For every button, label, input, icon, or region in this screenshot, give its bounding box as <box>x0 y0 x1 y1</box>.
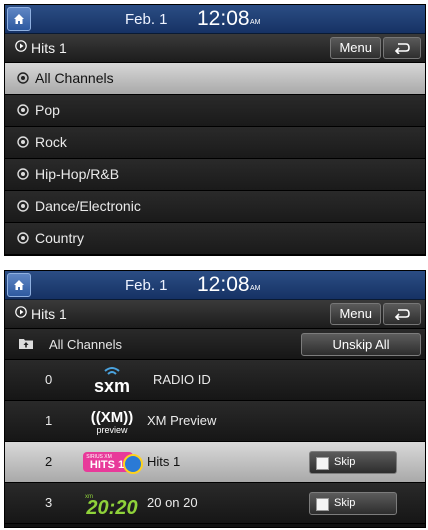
skip-checkbox[interactable] <box>316 457 329 470</box>
channel-name: 20 on 20 <box>147 495 198 510</box>
category-item-rock[interactable]: Rock <box>5 127 425 159</box>
play-icon <box>15 40 27 52</box>
channel-row[interactable]: 3 xm 20:20 20 on 20 Skip <box>5 483 425 524</box>
channel-name: XM Preview <box>147 413 217 428</box>
folder-up-icon[interactable] <box>19 337 33 349</box>
category-icon <box>17 200 29 212</box>
status-bar: Feb. 1 12:08 AM <box>5 5 425 34</box>
category-label: Pop <box>35 102 60 118</box>
category-label: Hip-Hop/R&B <box>35 166 120 182</box>
category-icon <box>17 168 29 180</box>
time-text: 12:08 <box>197 7 250 30</box>
20on20-logo: xm 20:20 <box>77 487 147 519</box>
channel-title: Hits 1 <box>31 306 67 322</box>
skip-label: Skip <box>334 497 356 509</box>
skip-toggle[interactable]: Skip <box>309 492 397 515</box>
screen-channel-categories: Feb. 1 12:08 AM Hits 1 Menu All Channels… <box>4 4 426 256</box>
category-icon <box>17 136 29 148</box>
time-text: 12:08 <box>197 273 250 296</box>
category-item-pop[interactable]: Pop <box>5 95 425 127</box>
menu-button[interactable]: Menu <box>330 37 381 59</box>
ampm-text: AM <box>250 285 261 292</box>
channel-number: 1 <box>45 413 53 428</box>
unskip-all-button[interactable]: Unskip All <box>301 333 421 356</box>
channel-number: 2 <box>45 454 53 469</box>
back-button[interactable] <box>383 303 421 325</box>
skip-label: Skip <box>334 456 356 468</box>
channel-row-selected[interactable]: 2 SIRIUS XM HITS 1 Hits 1 Skip <box>5 442 425 483</box>
title-bar: Hits 1 Menu <box>5 34 425 63</box>
sxm-logo: sxm <box>77 364 147 396</box>
20on20-logo-text: 20:20 <box>85 497 137 519</box>
status-bar: Feb. 1 12:08 AM <box>5 271 425 300</box>
channel-row[interactable]: 1 ((XM)) preview XM Preview <box>5 401 425 442</box>
xm-logo-text: ((XM)) <box>91 409 133 426</box>
back-icon <box>394 309 410 320</box>
home-button[interactable] <box>7 7 31 31</box>
home-button[interactable] <box>7 273 31 297</box>
hits1-logo: SIRIUS XM HITS 1 <box>77 446 147 478</box>
category-item-dance-electronic[interactable]: Dance/Electronic <box>5 191 425 223</box>
channel-number: 3 <box>45 495 53 510</box>
home-icon <box>14 280 24 290</box>
xm-logo-sub: preview <box>96 425 128 435</box>
category-label: Dance/Electronic <box>35 198 141 214</box>
date-text: Feb. 1 <box>125 277 168 294</box>
category-icon <box>17 232 29 244</box>
category-label: All Channels <box>49 337 122 352</box>
category-label: Rock <box>35 134 67 150</box>
category-bar: All Channels Unskip All <box>5 329 425 360</box>
xm-preview-logo: ((XM)) preview <box>77 405 147 437</box>
channel-number: 0 <box>45 372 53 387</box>
ampm-text: AM <box>250 19 261 26</box>
channel-name: Hits 1 <box>147 454 181 469</box>
screen-channel-skip-list: Feb. 1 12:08 AM Hits 1 Menu All Channels… <box>4 270 426 528</box>
category-icon <box>17 72 29 84</box>
back-icon <box>394 43 410 54</box>
skip-checkbox[interactable] <box>316 498 329 511</box>
back-button[interactable] <box>383 37 421 59</box>
category-label: Country <box>35 230 85 246</box>
category-item-hip-hop-rnb[interactable]: Hip-Hop/R&B <box>5 159 425 191</box>
play-icon <box>15 306 27 318</box>
category-item-all-channels[interactable]: All Channels <box>5 63 425 95</box>
sxm-logo-text: sxm <box>94 376 130 396</box>
date-text: Feb. 1 <box>125 11 168 28</box>
channel-row[interactable]: 0 sxm RADIO ID <box>5 360 425 401</box>
menu-button[interactable]: Menu <box>330 303 381 325</box>
home-icon <box>14 14 24 24</box>
hits1-logo-text: HITS 1 <box>90 459 124 471</box>
category-label: All Channels <box>35 70 114 86</box>
category-item-country[interactable]: Country <box>5 223 425 255</box>
skip-toggle[interactable]: Skip <box>309 451 397 474</box>
channel-title: Hits 1 <box>31 40 67 56</box>
title-bar: Hits 1 Menu <box>5 300 425 329</box>
category-icon <box>17 104 29 116</box>
channel-name: RADIO ID <box>153 372 211 387</box>
